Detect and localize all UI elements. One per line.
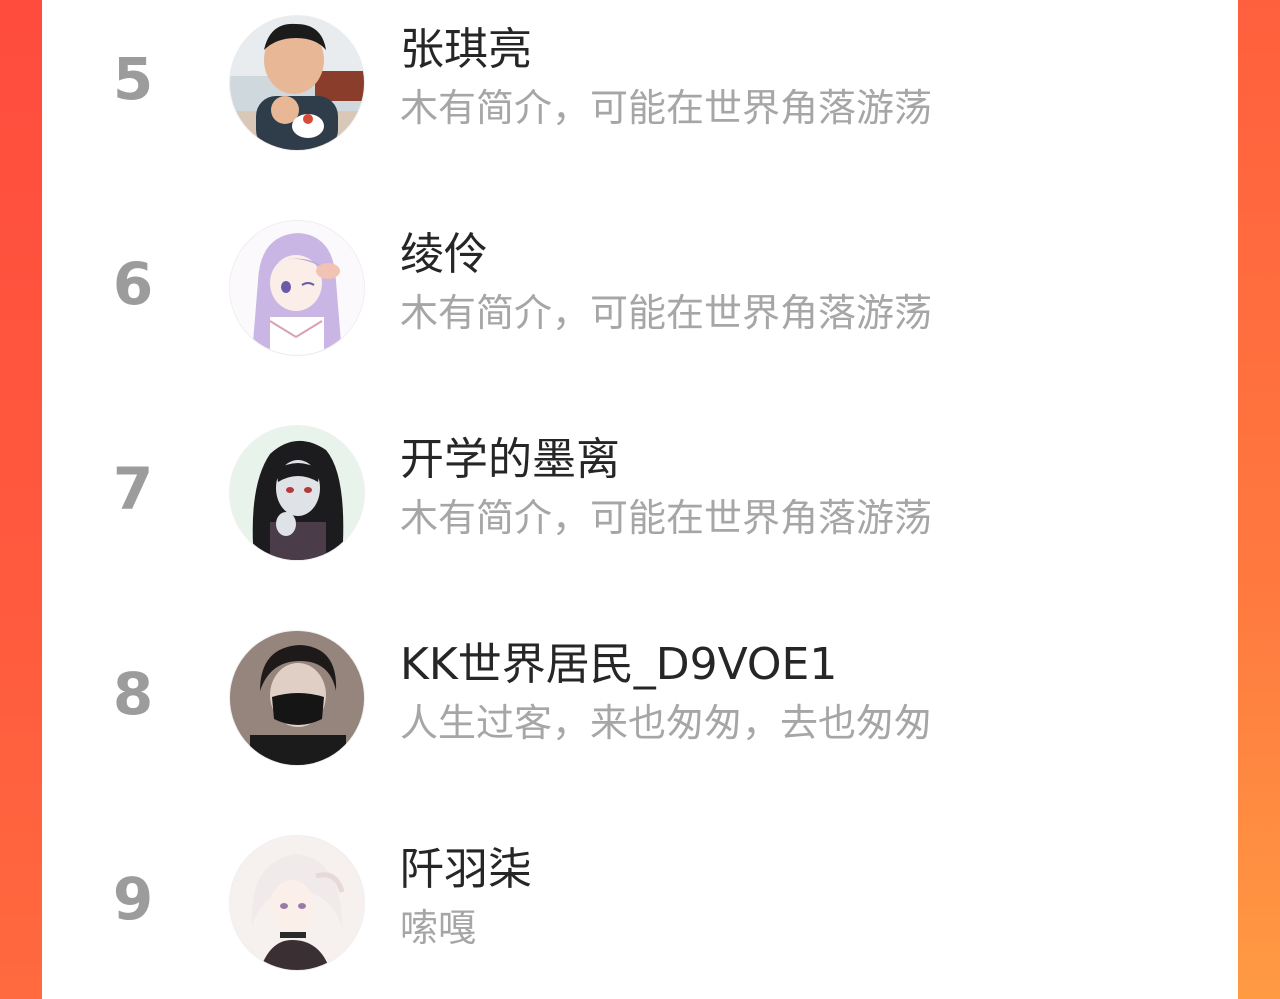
user-name[interactable]: KK世界居民_D9VOE1 bbox=[400, 635, 837, 695]
list-item-rank-8[interactable]: 8 KK世界居民_D9VOE1 人生过客，来也匆匆，去也匆匆 bbox=[42, 619, 1238, 779]
user-name[interactable]: 阡羽柒 bbox=[400, 840, 532, 900]
list-item-rank-6[interactable]: 6 绫伶 木有简介，可能在世界角落游荡 bbox=[42, 209, 1238, 369]
user-name[interactable]: 开学的墨离 bbox=[400, 430, 620, 490]
user-name[interactable]: 绫伶 bbox=[400, 225, 488, 285]
list-item-rank-9[interactable]: 9 阡羽柒 嗦嘎 bbox=[42, 824, 1238, 984]
rank-number: 5 bbox=[112, 45, 154, 113]
user-bio: 嗦嘎 bbox=[400, 906, 477, 950]
list-item-rank-5[interactable]: 5 张琪亮 木有简介，可能在世界角落游荡 bbox=[42, 4, 1238, 164]
user-bio: 木有简介，可能在世界角落游荡 bbox=[400, 496, 933, 540]
boy-photo-avatar-icon[interactable] bbox=[230, 16, 364, 150]
rank-number: 9 bbox=[112, 865, 154, 933]
list-item-rank-7[interactable]: 7 开学的墨离 木有简介，可能在世界角落游荡 bbox=[42, 414, 1238, 574]
ranking-list-panel: 5 张琪亮 木有简介，可能在世界角落游荡 6 绫伶 木有简介，可能在世界角落游荡… bbox=[42, 0, 1238, 999]
left-frame-edge bbox=[0, 0, 42, 999]
anime-dark-hair-avatar-icon[interactable] bbox=[230, 426, 364, 560]
rank-number: 7 bbox=[112, 455, 154, 523]
user-name[interactable]: 张琪亮 bbox=[400, 20, 532, 80]
anime-girl-lavender-hair-avatar-icon[interactable] bbox=[230, 221, 364, 355]
user-bio: 人生过客，来也匆匆，去也匆匆 bbox=[400, 701, 933, 745]
rank-number: 8 bbox=[112, 660, 154, 728]
masked-person-avatar-icon[interactable] bbox=[230, 631, 364, 765]
user-bio: 木有简介，可能在世界角落游荡 bbox=[400, 86, 933, 130]
user-bio: 木有简介，可能在世界角落游荡 bbox=[400, 291, 933, 335]
anime-white-hair-avatar-icon[interactable] bbox=[230, 836, 364, 970]
rank-number: 6 bbox=[112, 250, 154, 318]
right-frame-edge bbox=[1238, 0, 1280, 999]
